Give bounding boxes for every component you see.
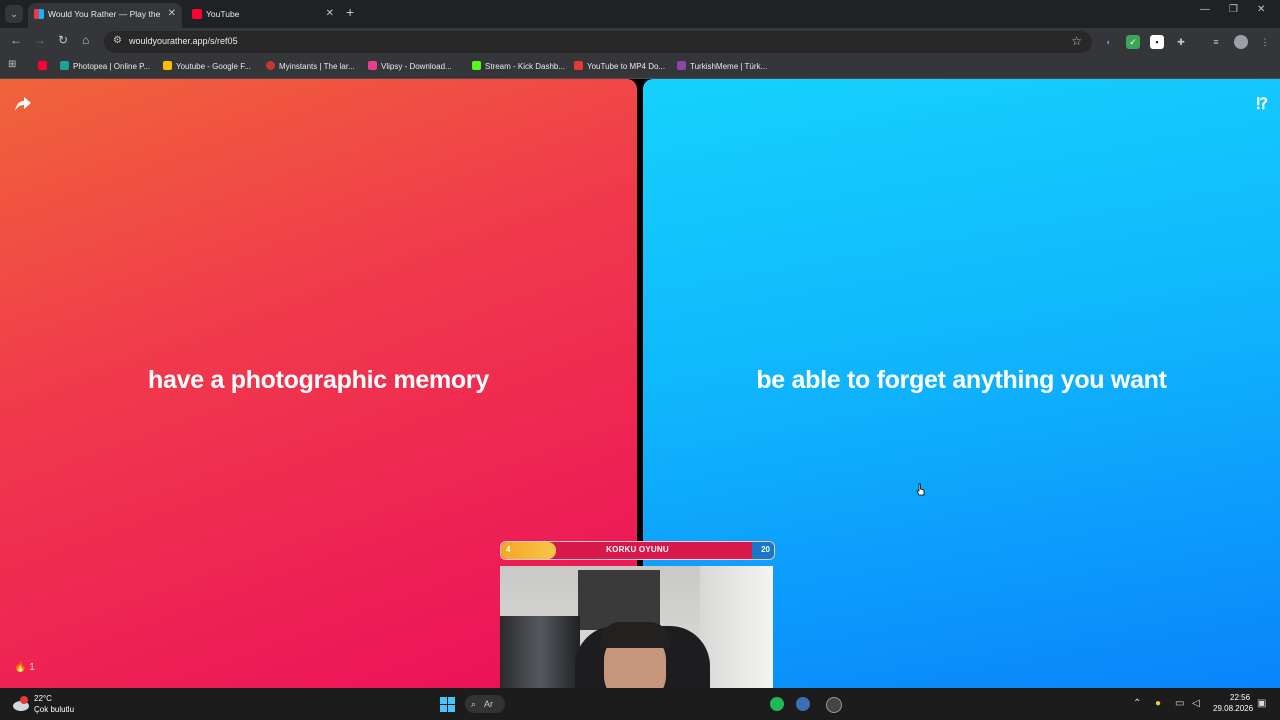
weather-desc: Çok bulutlu: [34, 705, 75, 714]
extension-icon[interactable]: ◖: [1101, 35, 1115, 49]
google-drive-icon: [163, 61, 172, 70]
back-icon[interactable]: ←: [10, 33, 22, 47]
tab-youtube[interactable]: YouTube ✕: [186, 3, 340, 28]
option-right-text: be able to forget anything you want: [756, 366, 1167, 394]
cloud-icon[interactable]: [12, 696, 30, 712]
option-left-text: have a photographic memory: [148, 366, 489, 394]
clock-time[interactable]: 22:56: [1230, 693, 1250, 702]
media-control-icon[interactable]: ≡: [1209, 35, 1223, 49]
close-tab-icon[interactable]: ✕: [168, 3, 176, 25]
notification-icon[interactable]: ▣: [1257, 698, 1266, 709]
tab-would-you-rather[interactable]: Would You Rather — Play the G ✕: [28, 3, 182, 28]
bookmarks-bar: ⊞ Photopea | Online P... Youtube - Googl…: [0, 56, 1280, 79]
app-icon[interactable]: [796, 697, 810, 711]
share-icon[interactable]: [14, 95, 32, 113]
minimize-icon[interactable]: —: [1200, 4, 1210, 15]
youtube-icon: [38, 61, 47, 70]
microphone-icon[interactable]: ●: [1155, 698, 1161, 709]
spotify-icon[interactable]: [770, 697, 784, 711]
kick-icon: [472, 61, 481, 70]
bookmark-youtube-mp4[interactable]: YouTube to MP4 Do...: [574, 61, 665, 71]
volume-icon[interactable]: ◁: [1192, 698, 1200, 709]
search-icon: ⌕: [471, 699, 477, 709]
shield-extension-icon[interactable]: ✓: [1126, 35, 1140, 49]
youtube-favicon-icon: [192, 9, 202, 19]
tab-title: YouTube: [206, 9, 240, 19]
start-icon[interactable]: [440, 697, 455, 712]
network-icon[interactable]: ▭: [1175, 698, 1184, 709]
download-icon: [574, 61, 583, 70]
bookmark-photopea[interactable]: Photopea | Online P...: [60, 61, 150, 71]
taskbar: 22°C Çok bulutlu ⌕ Ar ⌃ ● ▭ ◁ 22:56 29.08…: [0, 688, 1280, 720]
tab-bar: ⌄ Would You Rather — Play the G ✕ YouTub…: [0, 0, 1280, 28]
flame-icon: 🔥: [14, 662, 27, 673]
url-text: wouldyourather.app/s/ref05: [129, 36, 238, 46]
vote-count: 🔥 1: [14, 662, 35, 673]
restore-icon[interactable]: ❐: [1229, 4, 1238, 15]
bookmark-myinstants[interactable]: Myinstants | The lar...: [266, 61, 355, 71]
address-bar[interactable]: ⚙ wouldyourather.app/s/ref05 ☆: [104, 31, 1092, 53]
bookmark-youtube-google[interactable]: Youtube - Google F...: [163, 61, 251, 71]
mouse-cursor-icon: [916, 483, 925, 496]
app-icon[interactable]: [826, 697, 842, 713]
bookmark-youtube[interactable]: [38, 61, 51, 71]
site-info-icon[interactable]: ⚙: [113, 35, 122, 46]
tab-title: Would You Rather — Play the G: [48, 9, 162, 19]
close-window-icon[interactable]: ✕: [1257, 4, 1265, 15]
progress-title: KORKU OYUNU: [606, 545, 669, 554]
clock-date[interactable]: 29.08.2026: [1213, 704, 1253, 713]
bookmark-star-icon[interactable]: ☆: [1071, 34, 1082, 48]
reload-icon[interactable]: ↻: [58, 33, 68, 47]
stream-progress-bar: 4 KORKU OYUNU 20: [500, 541, 775, 560]
extension-icon[interactable]: ▪: [1150, 35, 1164, 49]
progress-goal: 20: [761, 545, 770, 554]
menu-icon[interactable]: ⋮: [1258, 35, 1272, 49]
photopea-icon: [60, 61, 69, 70]
webcam-headphones: [600, 622, 670, 648]
tab-search-chevron-icon[interactable]: ⌄: [5, 5, 23, 23]
weather-temp: 22°C: [34, 694, 52, 703]
help-icon[interactable]: ⁉: [1256, 94, 1268, 114]
vlipsy-icon: [368, 61, 377, 70]
tray-chevron-icon[interactable]: ⌃: [1133, 698, 1141, 709]
close-tab-icon[interactable]: ✕: [326, 3, 334, 25]
extensions-puzzle-icon[interactable]: ✚: [1174, 35, 1188, 49]
apps-grid-icon[interactable]: ⊞: [8, 59, 16, 70]
turkishmeme-icon: [677, 61, 686, 70]
forward-icon[interactable]: →: [34, 33, 46, 47]
bookmark-turkishmeme[interactable]: TurkishMeme | Türk...: [677, 61, 767, 71]
new-tab-icon[interactable]: +: [346, 4, 354, 20]
bookmark-vlipsy[interactable]: Vlipsy - Download...: [368, 61, 452, 71]
home-icon[interactable]: ⌂: [82, 33, 89, 47]
profile-avatar[interactable]: [1234, 35, 1248, 49]
taskbar-search[interactable]: ⌕ Ar: [465, 695, 505, 713]
bookmark-kick[interactable]: Stream - Kick Dashb...: [472, 61, 565, 71]
webcam-tapestry: [578, 570, 660, 630]
would-you-rather-favicon-icon: [34, 9, 44, 19]
myinstants-icon: [266, 61, 275, 70]
